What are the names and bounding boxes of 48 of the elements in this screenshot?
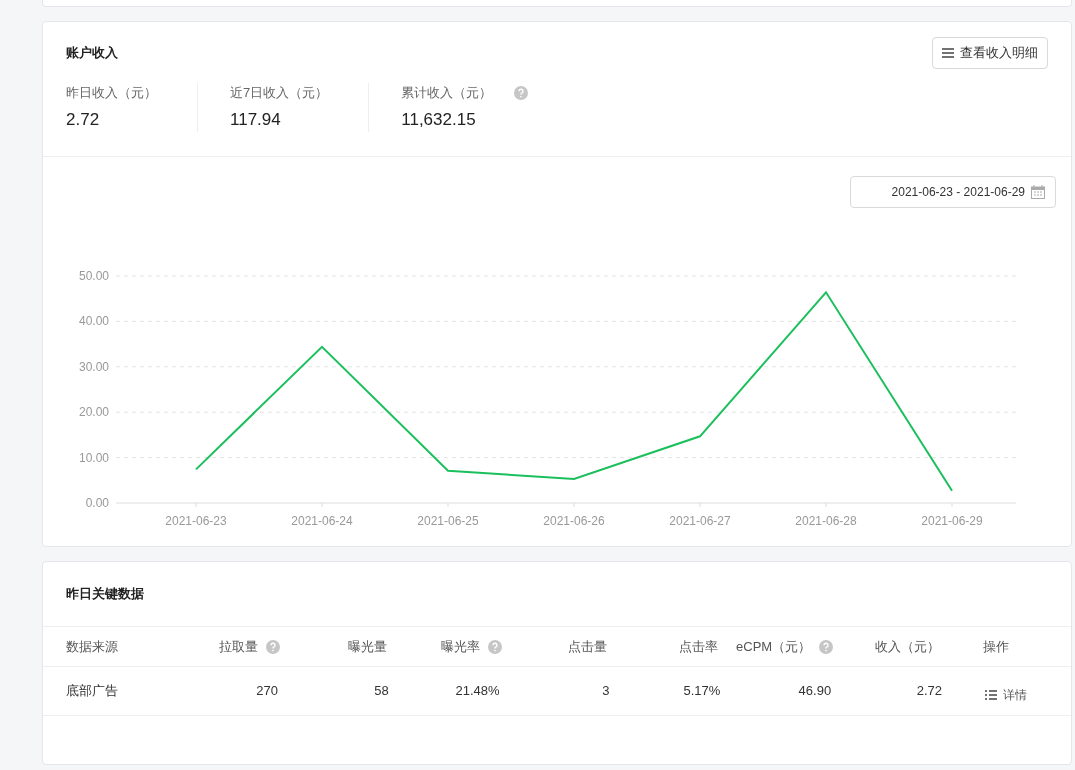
column-header: 操作 [983,637,1009,656]
date-range-picker[interactable]: 2021-06-23 - 2021-06-29 [850,176,1056,208]
y-tick-label: 20.00 [78,405,109,420]
column-header: 收入（元） [875,637,940,656]
table-cell-text: 3 [602,682,610,701]
stat-label: 近7日收入（元） [230,84,329,102]
card-title: 昨日关键数据 [66,585,144,604]
column-header: 点击率 [679,637,719,656]
stat-value: 117.94 [230,108,282,131]
y-tick-label: 30.00 [78,359,109,374]
column-header: 点击量 [568,637,608,656]
detail-link[interactable]: 详情 [964,686,1027,704]
x-tick-label: 2021-06-28 [795,514,857,528]
x-tick-label: 2021-06-26 [543,514,605,528]
column-header: eCPM（元） [736,637,812,656]
help-icon[interactable] [514,85,529,100]
column-header: 曝光量 [347,637,387,656]
list-icon [984,690,997,700]
help-icon[interactable] [487,639,502,654]
column-header: 数据来源 [66,637,118,656]
income-detail-button[interactable]: 查看收入明细 [932,37,1048,69]
x-tick-label: 2021-06-29 [921,514,983,528]
table-cell-text: 58 [374,682,389,701]
column-header: 曝光率 [440,637,480,656]
stat-label: 累计收入（元） [401,84,493,102]
table-cell-text: 5.17% [683,682,721,701]
table-cell-text: 2.72 [916,682,942,701]
x-tick-label: 2021-06-27 [669,514,731,528]
stat-value: 2.72 [66,108,101,131]
column-header: 拉取量 [218,637,258,656]
table-cell-text: 46.90 [798,682,832,701]
help-icon[interactable] [819,639,834,654]
x-tick-label: 2021-06-25 [417,514,479,528]
table-cell-text: 底部广告 [66,682,118,701]
menu-icon [942,48,954,58]
y-tick-label: 10.00 [78,450,109,465]
card-title: 账户收入 [66,44,118,63]
table-cell-text: 270 [256,682,278,701]
x-tick-label: 2021-06-23 [165,514,227,528]
x-tick-label: 2021-06-24 [291,514,353,528]
y-tick-label: 0.00 [85,496,109,510]
y-tick-label: 40.00 [78,314,109,329]
stat-label: 昨日收入（元） [66,84,157,102]
y-tick-label: 50.00 [78,269,109,283]
stat-value: 11,632.15 [401,108,477,131]
table-cell-text: 21.48% [455,682,500,701]
calendar-icon [1031,185,1045,199]
help-icon[interactable] [265,639,280,654]
